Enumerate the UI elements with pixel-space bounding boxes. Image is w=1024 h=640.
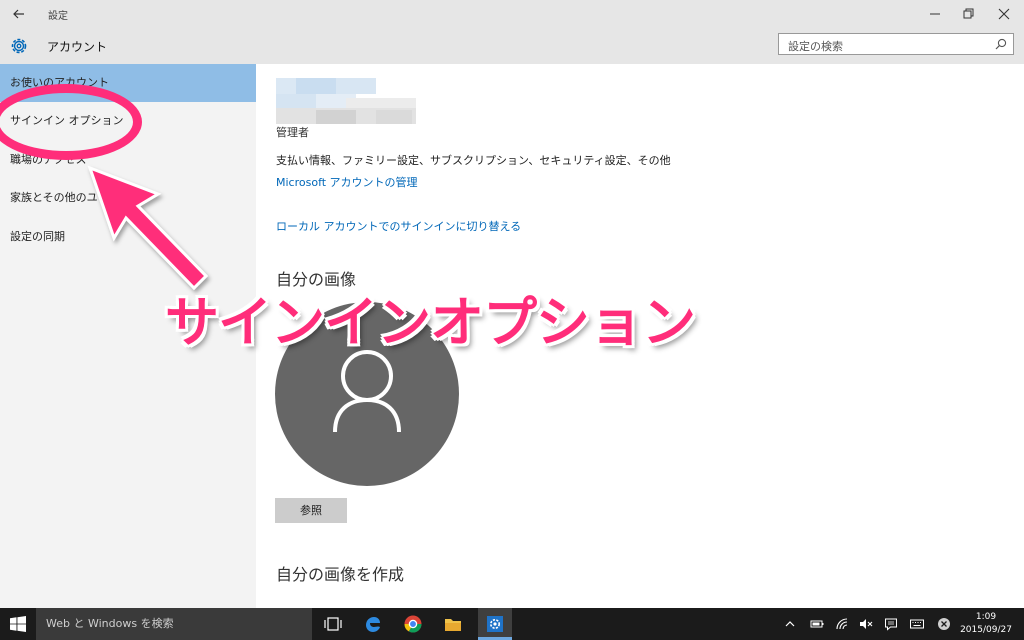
edge-icon[interactable] <box>362 613 384 635</box>
sidebar-item-label: 設定の同期 <box>10 230 65 243</box>
volume-muted-icon[interactable] <box>859 617 873 631</box>
windows-start-icon[interactable] <box>10 616 26 632</box>
clock[interactable]: 1:09 2015/09/27 <box>956 611 1016 637</box>
browse-button[interactable]: 参照 <box>275 498 347 523</box>
notification-icon[interactable] <box>884 617 898 631</box>
taskbar-search-placeholder: Web と Windows を検索 <box>46 617 174 630</box>
manage-microsoft-account-link[interactable]: Microsoft アカウントの管理 <box>276 174 418 190</box>
gear-icon <box>11 38 27 54</box>
close-circle-icon[interactable] <box>937 617 951 631</box>
title-bar: 設定 <box>0 0 1024 28</box>
search-input[interactable]: 設定の検索 <box>778 33 1014 55</box>
minimize-icon[interactable] <box>926 5 944 23</box>
account-description: 支払い情報、ファミリー設定、サブスクリプション、セキュリティ設定、その他 <box>276 154 671 167</box>
search-icon[interactable] <box>994 37 1008 51</box>
close-icon[interactable] <box>995 5 1013 23</box>
settings-header: アカウント 設定の検索 <box>0 28 1024 64</box>
chrome-icon[interactable] <box>402 613 424 635</box>
search-placeholder: 設定の検索 <box>788 40 843 53</box>
window-title: 設定 <box>48 11 68 22</box>
battery-icon[interactable] <box>810 617 824 631</box>
taskbar-search-box[interactable]: Web と Windows を検索 <box>36 608 312 640</box>
switch-to-local-account-link[interactable]: ローカル アカウントでのサインインに切り替える <box>276 218 521 234</box>
wifi-icon[interactable] <box>835 617 849 631</box>
task-view-icon[interactable] <box>322 613 344 635</box>
account-role: 管理者 <box>276 126 309 139</box>
clock-date: 2015/09/27 <box>960 625 1012 635</box>
maximize-icon[interactable] <box>959 5 977 23</box>
keyboard-icon[interactable] <box>910 617 924 631</box>
clock-time: 1:09 <box>975 612 997 622</box>
taskbar: Web と Windows を検索 1:09 2015/09/27 <box>0 608 1024 640</box>
back-arrow-icon[interactable] <box>10 5 28 23</box>
annotation-caption: サインインオプション <box>165 291 696 354</box>
chevron-up-icon[interactable] <box>783 617 797 631</box>
settings-icon[interactable] <box>484 613 506 635</box>
file-explorer-icon[interactable] <box>442 613 464 635</box>
create-picture-heading: 自分の画像を作成 <box>276 565 405 584</box>
page-title: アカウント <box>47 40 108 54</box>
